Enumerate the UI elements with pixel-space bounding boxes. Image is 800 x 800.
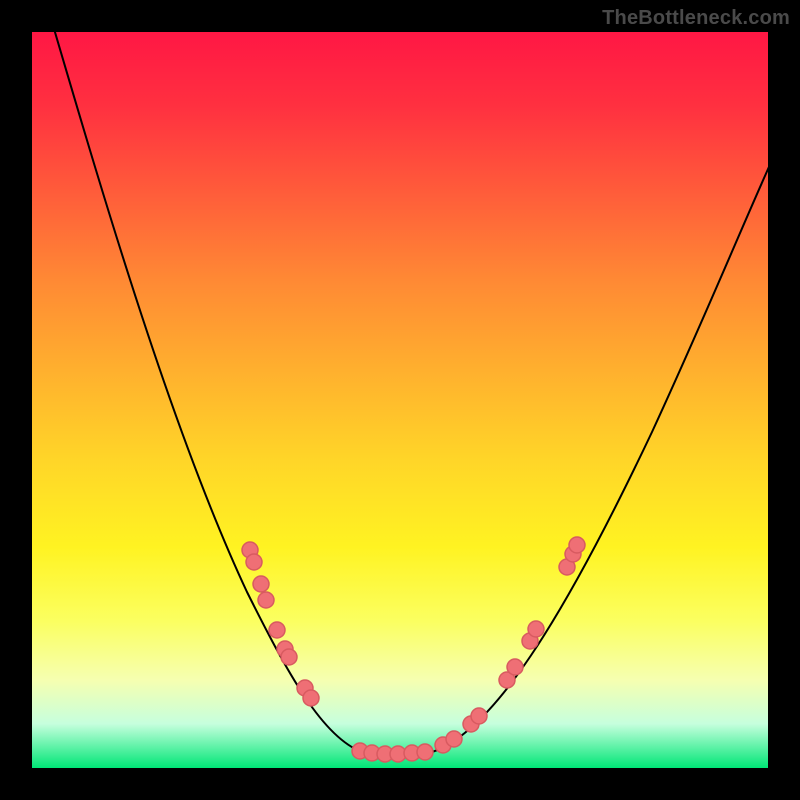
plot-background bbox=[32, 32, 768, 768]
chart-container: TheBottleneck.com bbox=[0, 0, 800, 800]
watermark-text: TheBottleneck.com bbox=[602, 6, 790, 30]
